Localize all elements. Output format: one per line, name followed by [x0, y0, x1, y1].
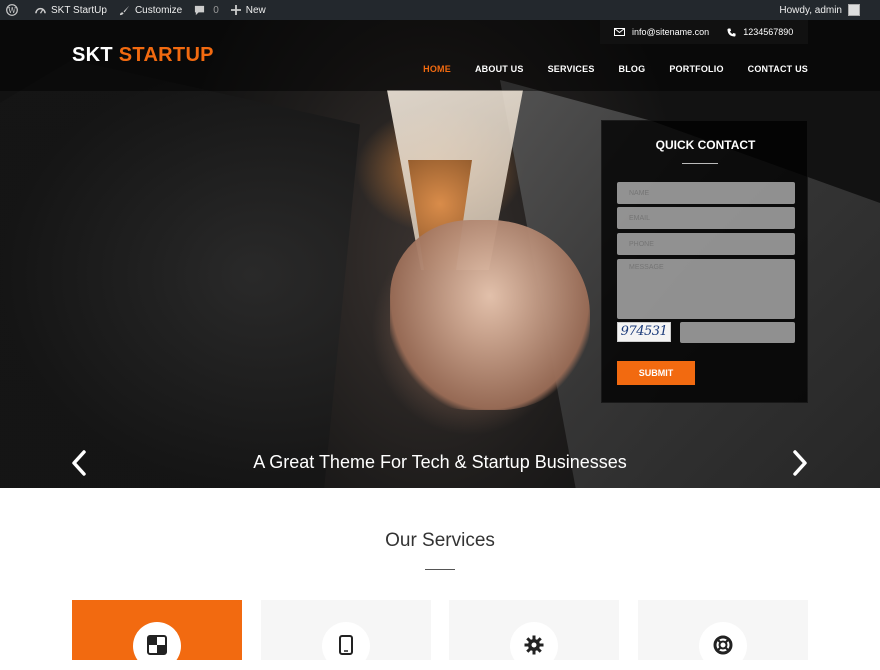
chevron-right-icon: [793, 450, 807, 476]
nav-about-us[interactable]: ABOUT US: [475, 64, 524, 74]
captcha-input[interactable]: [680, 322, 795, 343]
services-divider: [425, 569, 455, 570]
brush-icon: [119, 5, 130, 15]
quick-contact-form: QUICK CONTACT 974531 SUBMIT: [601, 120, 808, 403]
services-heading: Our Services: [385, 530, 495, 551]
avatar: [848, 4, 860, 16]
slider-next-button[interactable]: [791, 450, 809, 481]
customize-link[interactable]: Customize: [113, 0, 188, 20]
service-card-2[interactable]: [261, 600, 431, 670]
layout-icon: [147, 635, 167, 655]
my-account-link[interactable]: Howdy, admin: [779, 0, 860, 20]
main-navigation: HOME ABOUT US SERVICES BLOG PORTFOLIO CO…: [399, 64, 808, 74]
chevron-left-icon: [72, 450, 86, 476]
nav-services[interactable]: SERVICES: [548, 64, 595, 74]
quick-contact-title: QUICK CONTACT: [655, 138, 756, 152]
service-icon-circle: [322, 622, 370, 670]
hero-image-suit-left: [0, 60, 360, 488]
customize-label: Customize: [134, 4, 183, 16]
email-input[interactable]: [617, 207, 795, 229]
admin-site-name: SKT StartUp: [51, 4, 107, 16]
logo-text-skt: SKT: [72, 44, 119, 66]
message-textarea[interactable]: [617, 259, 795, 319]
top-email-text: info@sitename.con: [632, 27, 710, 37]
nav-portfolio[interactable]: PORTFOLIO: [669, 64, 723, 74]
nav-blog[interactable]: BLOG: [619, 64, 646, 74]
phone-input[interactable]: [617, 233, 795, 255]
submit-button[interactable]: SUBMIT: [617, 361, 695, 385]
new-label: New: [245, 4, 266, 16]
top-contact-info: info@sitename.con 1234567890: [600, 20, 808, 44]
gear-icon: [524, 635, 544, 655]
wordpress-logo-icon[interactable]: W: [0, 0, 29, 20]
svg-text:W: W: [8, 6, 17, 15]
dashboard-icon: [35, 7, 46, 14]
site-logo[interactable]: SKT STARTUP: [72, 44, 214, 67]
top-email[interactable]: info@sitename.con: [614, 27, 709, 37]
admin-bar: W SKT StartUp Customize 0 New Howdy, adm…: [0, 0, 880, 20]
hero-slider: SKT STARTUP info@sitename.con 1234567890…: [0, 20, 880, 488]
comments-link[interactable]: 0: [188, 0, 225, 20]
service-icon-circle: [510, 622, 558, 670]
service-card-1[interactable]: [72, 600, 242, 670]
hero-image-hand: [390, 220, 590, 410]
comments-count: 0: [213, 4, 219, 16]
service-icon-circle: [133, 622, 181, 670]
logo-text-startup: STARTUP: [118, 44, 214, 66]
phone-icon: [727, 27, 736, 37]
top-phone[interactable]: 1234567890: [727, 27, 793, 37]
top-phone-text: 1234567890: [743, 27, 794, 37]
nav-home[interactable]: HOME: [423, 64, 451, 74]
lifebuoy-icon: [713, 635, 733, 655]
service-icon-circle: [699, 622, 747, 670]
service-card-4[interactable]: [638, 600, 808, 670]
captcha-image: 974531: [617, 322, 671, 342]
name-input[interactable]: [617, 182, 795, 204]
slider-prev-button[interactable]: [70, 450, 88, 481]
admin-site-link[interactable]: SKT StartUp: [29, 0, 113, 20]
mobile-icon: [339, 635, 353, 655]
slide-caption: A Great Theme For Tech & Startup Busines…: [253, 452, 627, 472]
envelope-icon: [614, 28, 625, 36]
howdy-text: Howdy, admin: [779, 4, 842, 16]
nav-contact-us[interactable]: CONTACT US: [748, 64, 808, 74]
service-card-3[interactable]: [449, 600, 619, 670]
comment-icon: [195, 5, 205, 15]
quick-contact-divider: [682, 163, 718, 164]
plus-icon: [230, 5, 241, 15]
new-content-link[interactable]: New: [225, 0, 272, 20]
